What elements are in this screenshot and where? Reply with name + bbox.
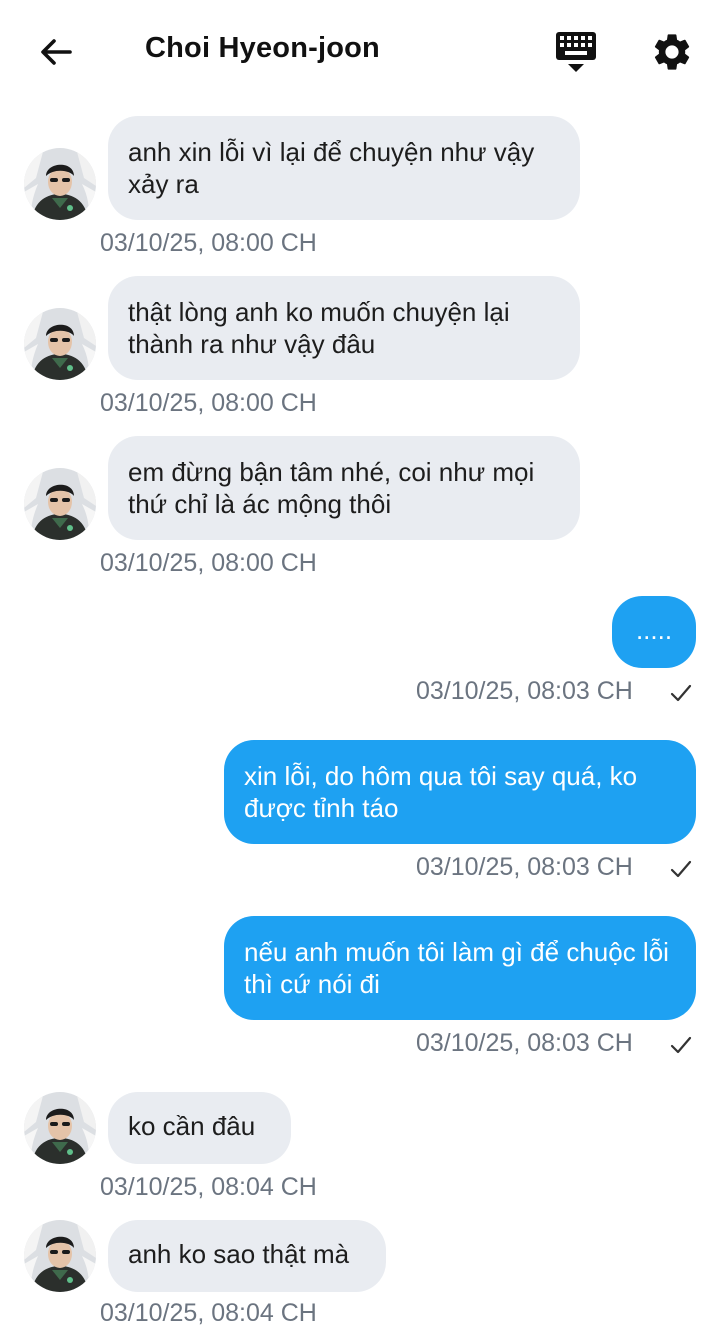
chat-header: Choi Hyeon-joon: [0, 0, 720, 100]
incoming-message-bubble[interactable]: anh ko sao thật mà: [108, 1220, 386, 1292]
incoming-message-bubble[interactable]: anh xin lỗi vì lại để chuyện như vậy xảy…: [108, 116, 580, 220]
contact-avatar[interactable]: [24, 1220, 96, 1292]
incoming-message-bubble[interactable]: ko cần đâu: [108, 1092, 291, 1164]
back-button[interactable]: [36, 32, 76, 72]
message-text: xin lỗi, do hôm qua tôi say quá, ko được…: [244, 761, 638, 823]
settings-button[interactable]: [650, 30, 694, 74]
outgoing-message-bubble[interactable]: xin lỗi, do hôm qua tôi say quá, ko được…: [224, 740, 696, 844]
message-text: ko cần đâu: [128, 1111, 256, 1141]
message-text: anh xin lỗi vì lại để chuyện như vậy xảy…: [128, 137, 535, 199]
message-text: nếu anh muốn tôi làm gì để chuộc lỗi thì…: [244, 937, 669, 999]
keyboard-button[interactable]: [554, 30, 598, 76]
message-text: .....: [635, 615, 673, 645]
incoming-message-bubble[interactable]: thật lòng anh ko muốn chuyện lại thành r…: [108, 276, 580, 380]
contact-avatar[interactable]: [24, 308, 96, 380]
arrow-left-icon: [41, 39, 72, 65]
chat-title: Choi Hyeon-joon: [145, 32, 380, 64]
message-timestamp: 03/10/25, 08:03 CH: [416, 1029, 633, 1057]
check-icon: [670, 684, 692, 702]
message-timestamp: 03/10/25, 08:04 CH: [100, 1299, 317, 1327]
contact-avatar[interactable]: [24, 1092, 96, 1164]
keyboard-icon: [556, 32, 596, 72]
message-timestamp: 03/10/25, 08:03 CH: [416, 853, 633, 881]
message-timestamp: 03/10/25, 08:00 CH: [100, 549, 317, 577]
check-icon: [670, 860, 692, 878]
incoming-message-bubble[interactable]: em đừng bận tâm nhé, coi như mọi thứ chỉ…: [108, 436, 580, 540]
message-timestamp: 03/10/25, 08:04 CH: [100, 1173, 317, 1201]
message-text: em đừng bận tâm nhé, coi như mọi thứ chỉ…: [128, 457, 535, 519]
message-timestamp: 03/10/25, 08:03 CH: [416, 677, 633, 705]
contact-avatar[interactable]: [24, 468, 96, 540]
message-timestamp: 03/10/25, 08:00 CH: [100, 389, 317, 417]
contact-avatar[interactable]: [24, 148, 96, 220]
message-text: thật lòng anh ko muốn chuyện lại thành r…: [128, 297, 510, 359]
outgoing-message-bubble[interactable]: nếu anh muốn tôi làm gì để chuộc lỗi thì…: [224, 916, 696, 1020]
message-timestamp: 03/10/25, 08:00 CH: [100, 229, 317, 257]
message-text: anh ko sao thật mà: [128, 1239, 350, 1269]
check-icon: [670, 1036, 692, 1054]
gear-icon: [654, 34, 690, 70]
outgoing-message-bubble[interactable]: .....: [612, 596, 696, 668]
